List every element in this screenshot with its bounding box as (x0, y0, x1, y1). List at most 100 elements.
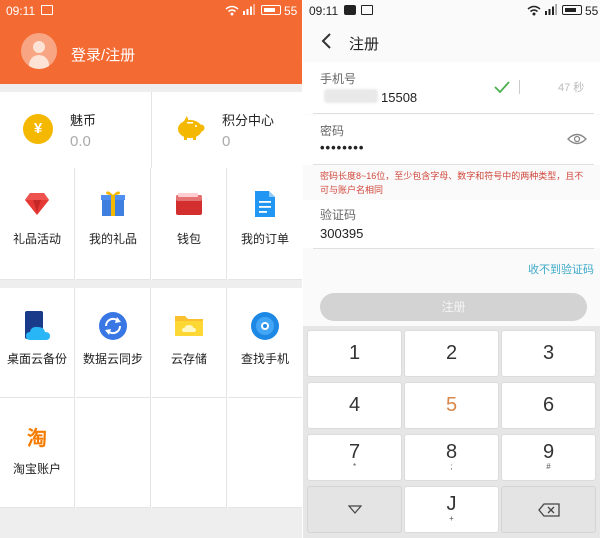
key-label: 3 (542, 342, 555, 364)
key-sublabel: # (546, 462, 551, 471)
meibi-value: 0.0 (70, 133, 91, 150)
empty-grid-cell (152, 398, 227, 508)
wifi-icon (225, 5, 239, 16)
key-sublabel: + (449, 514, 454, 523)
key-7[interactable]: 7 * (307, 434, 402, 481)
key-1[interactable]: 1 (307, 330, 402, 377)
battery-percent: 55 (585, 4, 599, 18)
find-phone-item[interactable]: 查找手机 (228, 288, 302, 398)
field-separator (519, 80, 520, 94)
key-label: 4 (348, 394, 361, 416)
empty-grid-cell (228, 398, 302, 508)
status-time: 09:11 (6, 4, 36, 18)
gift-activity-item[interactable]: 礼品活动 (0, 168, 75, 280)
key-label: 8 (445, 441, 458, 463)
cloud-backup-icon (25, 311, 50, 340)
taobao-icon: 淘 (27, 428, 47, 450)
taobao-account-item[interactable]: 淘 淘宝账户 (0, 398, 75, 508)
coin-icon: ¥ (23, 114, 53, 144)
desktop-cloud-backup-item[interactable]: 桌面云备份 (0, 288, 75, 398)
key-8[interactable]: 8; (404, 434, 499, 481)
key-9[interactable]: 9 # (501, 434, 596, 481)
no-code-received-link[interactable]: 收不到验证码 (528, 261, 594, 277)
coins-row: ¥ 魅币 0.0 积分中心 0 (0, 92, 302, 168)
phone-number-redaction (324, 89, 378, 103)
key-2[interactable]: 2 (404, 330, 499, 377)
register-screen: 09:11 55 注册 手机号 15508 47 秒 密码 •••••••• 密… (303, 0, 600, 538)
my-gifts-label: 我的礼品 (88, 232, 137, 246)
show-password-eye-icon[interactable] (567, 133, 587, 145)
battery-icon (562, 5, 582, 15)
password-hint: 密码长度8~16位，至少包含字母、数字和符号中的两种类型，且不可与账户名相同 (320, 171, 584, 195)
password-label: 密码 (320, 124, 345, 138)
services-grid-rows-2-3: 桌面云备份 数据云同步 云存储 查找手机 淘 淘宝账户 (0, 288, 302, 508)
key-sublabel: ; (450, 462, 453, 471)
key-4[interactable]: 4 (307, 382, 402, 429)
key-label: 6 (542, 394, 555, 416)
resend-countdown: 47 秒 (558, 82, 585, 94)
member-center-screen: 09:11 55 登录/注册 ¥ 魅币 0.0 积分中心 0 礼品活动 我的礼品… (0, 0, 302, 538)
data-cloud-sync-item[interactable]: 数据云同步 (76, 288, 151, 398)
login-register-link[interactable]: 登录/注册 (71, 44, 135, 65)
key-label: J (446, 493, 457, 515)
back-arrow-icon[interactable] (320, 33, 334, 49)
phone-value-suffix: 15508 (381, 90, 418, 105)
key-6[interactable]: 6 (501, 382, 596, 429)
verification-code-field[interactable]: 验证码 300395 (303, 200, 600, 248)
key-sublabel: * (352, 462, 357, 471)
my-gifts-item[interactable]: 我的礼品 (76, 168, 151, 280)
page-title: 注册 (349, 36, 380, 53)
key-label: 1 (348, 342, 361, 364)
key-5[interactable]: 5 (404, 382, 499, 429)
my-orders-item[interactable]: 我的订单 (228, 168, 302, 280)
status-bar: 09:11 55 (303, 0, 600, 22)
cloud-storage-label: 云存储 (170, 352, 207, 366)
empty-grid-cell (76, 398, 151, 508)
key-label: 2 (445, 342, 458, 364)
my-orders-label: 我的订单 (240, 232, 289, 246)
password-value: •••••••• (320, 140, 365, 155)
points-center-card[interactable]: 积分中心 0 (151, 92, 302, 168)
wallet-item[interactable]: 钱包 (152, 168, 227, 280)
collapse-keyboard-key[interactable] (307, 486, 402, 533)
key-j[interactable]: J + (404, 486, 499, 533)
image-notification-icon (41, 5, 53, 15)
status-time: 09:11 (309, 4, 339, 18)
image-notification-icon (361, 5, 373, 15)
services-grid-row-1: 礼品活动 我的礼品 钱包 我的订单 (0, 168, 302, 280)
numeric-keypad: 1 2 3 4 5 6 7 * 8; 9 # J + (303, 326, 600, 538)
avatar[interactable] (21, 33, 57, 69)
sync-icon (99, 312, 127, 340)
meibi-card[interactable]: ¥ 魅币 0.0 (0, 92, 151, 168)
meibi-title: 魅币 (70, 113, 97, 128)
document-icon (255, 191, 275, 217)
signal-icon (243, 4, 255, 15)
avatar-body-shape (29, 55, 49, 69)
battery-percent: 55 (284, 4, 298, 18)
verification-code-label: 验证码 (320, 208, 357, 222)
divider (313, 248, 594, 249)
phone-label: 手机号 (320, 72, 357, 86)
divider (313, 164, 594, 165)
gift-icon (101, 191, 125, 216)
piggy-bank-icon (178, 116, 205, 140)
data-cloud-sync-label: 数据云同步 (82, 352, 143, 366)
member-header: 09:11 55 登录/注册 (0, 0, 302, 84)
password-field[interactable]: 密码 •••••••• (303, 115, 600, 165)
backspace-key[interactable] (501, 486, 596, 533)
wallet-label: 钱包 (176, 232, 201, 246)
diamond-icon (25, 193, 49, 215)
collapse-keyboard-icon (347, 504, 362, 514)
points-title: 积分中心 (222, 113, 275, 128)
message-notification-icon (344, 5, 356, 15)
phone-field[interactable]: 手机号 15508 (303, 62, 600, 114)
taobao-account-label: 淘宝账户 (12, 462, 61, 476)
locate-icon (251, 312, 279, 340)
points-value: 0 (222, 133, 231, 150)
battery-icon (261, 5, 281, 15)
signal-icon (545, 4, 557, 15)
key-3[interactable]: 3 (501, 330, 596, 377)
register-button[interactable]: 注册 (320, 293, 587, 321)
divider (313, 113, 594, 114)
cloud-storage-item[interactable]: 云存储 (152, 288, 227, 398)
